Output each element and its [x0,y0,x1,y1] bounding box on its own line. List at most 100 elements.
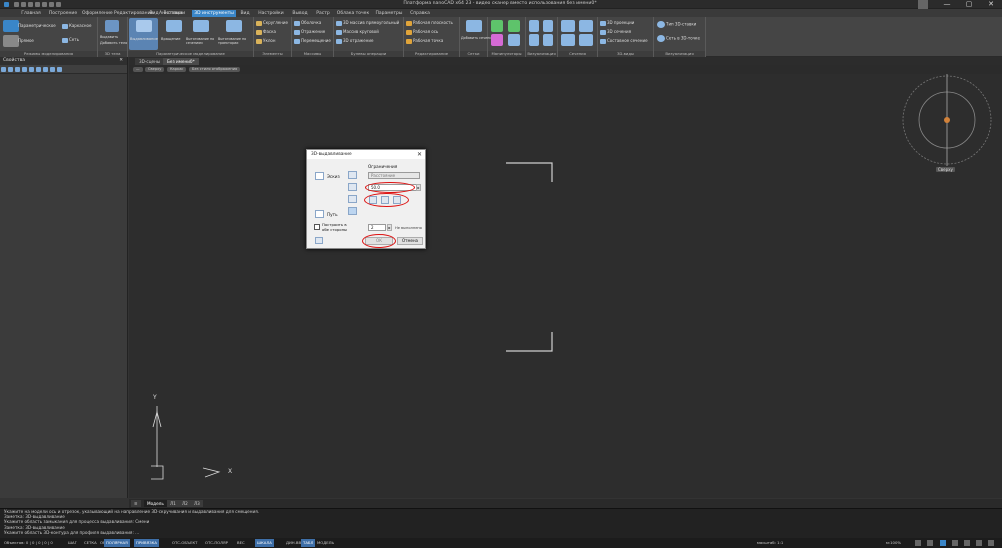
extrude-icon[interactable] [136,20,152,32]
work-axis-button[interactable]: Рабочая ось [406,29,438,35]
status-polar[interactable]: ПОЛЯРНАЯ [104,539,130,547]
status-tool3-icon[interactable] [940,540,946,546]
dialog-close-button[interactable]: ✕ [417,150,422,159]
maximize-button[interactable]: ▢ [962,0,976,9]
tab-edit[interactable]: Редактирование [114,10,153,17]
status-zoom[interactable]: м:100% [884,539,903,547]
status-lineweight[interactable]: ВЕС [235,539,247,547]
vis4-icon[interactable] [543,34,553,46]
status-menu-icon[interactable] [988,540,994,546]
status-tool4-icon[interactable] [952,540,958,546]
parametric-mode-icon[interactable] [3,20,19,32]
cancel-button[interactable]: Отмена [397,237,423,245]
sort-icon[interactable] [29,67,34,72]
status-table[interactable]: ТАБЛ [301,539,316,547]
status-scale-readout[interactable]: масштаб: 1:1 [755,539,785,547]
sketch-pick-icon[interactable] [315,172,324,180]
status-tool1-icon[interactable] [915,540,921,546]
new-file-icon[interactable] [14,2,19,7]
group-icon[interactable] [36,67,41,72]
work-plane-button[interactable]: Рабочая плоскость [406,20,453,26]
direction-icon-3[interactable] [348,195,357,203]
panel-close-icon[interactable]: ✕ [119,57,123,65]
tab-settings[interactable]: Настройки [254,10,288,17]
select-icon[interactable] [1,67,6,72]
doc-tab-3d-scenes[interactable]: 3D-сцены [135,58,165,65]
tab-3d-tools[interactable]: 3D инструменты [192,10,236,17]
vis2-icon[interactable] [543,20,553,32]
status-grid[interactable]: СЕТКА [82,539,99,547]
sweep-button[interactable]: Вытягивание по траектории [218,37,252,45]
chamfer-button[interactable]: Фаска [256,29,276,35]
add-body-button[interactable]: Добавить тело [100,41,127,45]
direction-icon-2[interactable] [348,183,357,191]
command-prompt[interactable]: Укажите область 3D-контура для профиля в… [0,530,1002,535]
filter-icon[interactable] [8,67,13,72]
draft-button[interactable]: Уклон [256,38,275,44]
fillet-button[interactable]: Скругление [256,20,288,26]
section3-icon[interactable] [561,34,575,46]
tab-layout2[interactable]: Л2 [179,500,191,507]
viewcube-label[interactable]: Сверху [936,167,955,172]
toggle-icon[interactable] [22,67,27,72]
extrude-small-button[interactable]: Выдавить [100,35,118,39]
help-icon[interactable] [57,67,62,72]
tab-annotations[interactable]: Аннотации [155,10,189,17]
extrude-button[interactable]: Выдавливание [130,37,158,41]
manipulator2-icon[interactable] [508,20,520,32]
dropdown-icon[interactable] [56,2,61,7]
command-line[interactable]: Укажите на модели ось и отрезок, указыва… [0,508,1002,538]
manipulator3-icon[interactable] [491,34,503,46]
tab-layout3[interactable]: Л3 [191,500,203,507]
limit-type-select[interactable]: Расстояние [368,172,420,179]
print-icon[interactable] [35,2,40,7]
move-button[interactable]: Перемещение [294,38,331,44]
loft-icon[interactable] [193,20,209,32]
add-body-icon[interactable] [105,20,119,32]
redo-icon[interactable] [49,2,54,7]
tab-home[interactable]: Главная [18,10,44,17]
tab-help[interactable]: Справка [408,10,432,17]
vis1-icon[interactable] [529,20,539,32]
pick-icon[interactable] [43,67,48,72]
status-snap[interactable]: ШАГ [66,539,79,547]
status-otrack[interactable]: ОТС-ОБЪЕКТ [170,539,200,547]
scene-run-button[interactable]: Тип 3D-ставки [657,21,696,28]
3d-rect-array-button[interactable]: 3D массив прямоугольный [336,20,399,26]
tab-layout1[interactable]: Л1 [167,500,179,507]
section2-icon[interactable] [579,20,593,32]
layout-menu-icon[interactable]: ≡ [131,500,141,507]
status-tool6-icon[interactable] [976,540,982,546]
scene-net-button[interactable]: Сеть в 3D-точке [657,35,700,42]
direction-icon-4[interactable] [348,207,357,215]
revolve-icon[interactable] [166,20,182,32]
count-pick-button[interactable]: ▸ [387,224,392,231]
status-scale[interactable]: ШКАЛА [255,539,274,547]
manipulator4-icon[interactable] [508,34,520,46]
direct-mode-button[interactable]: Прямое [18,38,34,43]
work-point-button[interactable]: Рабочая точка [406,38,443,44]
visual-style[interactable]: Каркас [167,67,187,72]
direct-mode-icon[interactable] [3,35,19,47]
minimize-button[interactable]: — [940,0,954,9]
direction-icon-1[interactable] [348,171,357,179]
manipulator-icon[interactable] [491,20,503,32]
quick-select-icon[interactable] [15,67,20,72]
loft-button[interactable]: Вытягивание по сечениям [186,37,218,45]
drawing-canvas[interactable]: Сверху Y X [129,74,1002,498]
add-section-icon[interactable] [466,20,482,32]
path-pick-icon[interactable] [315,210,324,218]
status-polar-track[interactable]: ОТС-ПОЛЯР [203,539,230,547]
status-tool5-icon[interactable] [964,540,970,546]
open-file-icon[interactable] [21,2,26,7]
tab-model[interactable]: Модель [144,500,167,507]
tab-raster[interactable]: Растр [312,10,334,17]
count-input[interactable]: 2 [368,224,386,231]
undo-icon[interactable] [42,2,47,7]
wireframe-button[interactable]: Каркасное [62,23,91,29]
revolve-button[interactable]: Вращение [161,37,180,41]
compound-section-button[interactable]: Составное сечение [600,38,648,44]
distance-pick-button[interactable]: ▸ [416,184,421,191]
view-direction[interactable]: Сверху [145,67,165,72]
status-osnap[interactable]: ПРИВЯЗКА [134,539,159,547]
